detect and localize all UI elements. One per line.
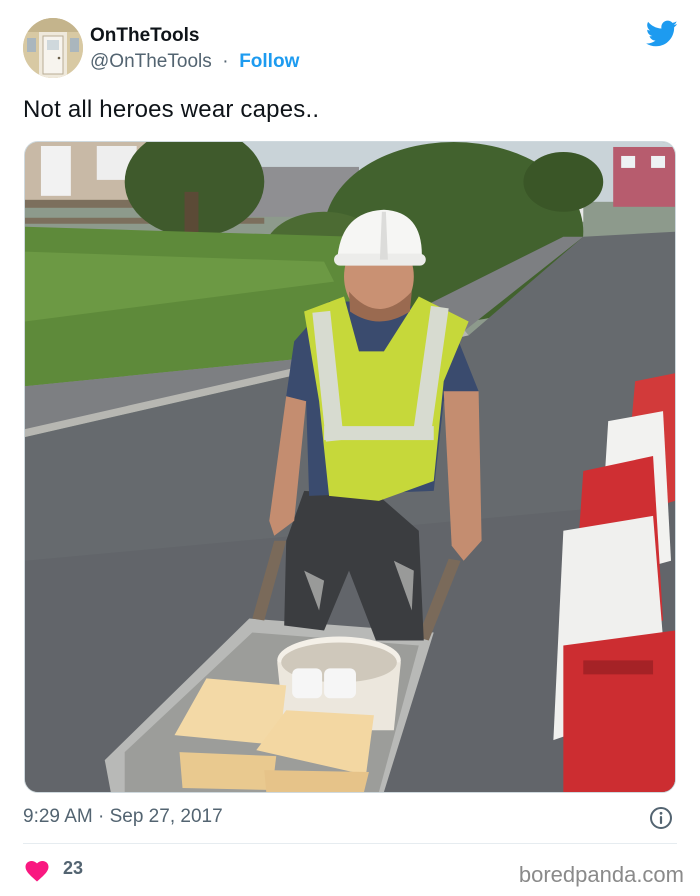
author-display-name[interactable]: OnTheTools: [90, 25, 199, 47]
footer-divider: [23, 843, 677, 844]
tweet-timestamp[interactable]: 9:29 AM · Sep 27, 2017: [23, 806, 223, 828]
author-avatar[interactable]: [23, 18, 83, 78]
info-icon[interactable]: [649, 806, 673, 830]
watermark: boredpanda.com: [518, 862, 684, 887]
tweet-card: OnTheTools @OnTheTools · Follow Not all …: [0, 0, 700, 896]
handle-separator: ·: [217, 51, 234, 72]
tweet-photo[interactable]: [24, 141, 676, 793]
author-handle-row: @OnTheTools · Follow: [90, 51, 299, 73]
tweet-text: Not all heroes wear capes..: [23, 96, 320, 123]
follow-button[interactable]: Follow: [239, 51, 299, 72]
heart-icon[interactable]: [25, 860, 49, 882]
twitter-bird-icon[interactable]: [646, 20, 678, 48]
author-handle[interactable]: @OnTheTools: [90, 51, 212, 72]
like-count[interactable]: 23: [63, 858, 83, 879]
